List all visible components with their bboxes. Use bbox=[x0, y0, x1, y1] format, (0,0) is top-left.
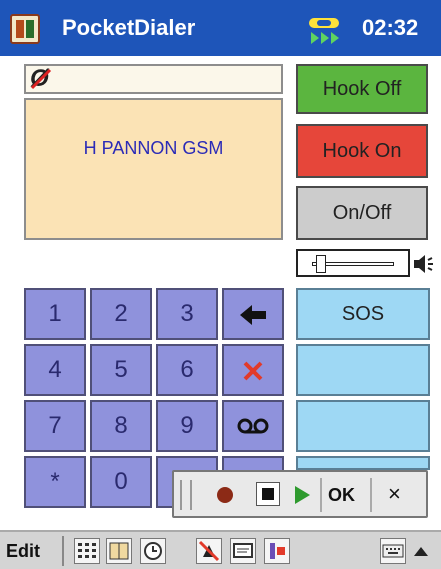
back-arrow-icon bbox=[240, 305, 266, 325]
volume-knob[interactable] bbox=[316, 255, 326, 273]
contacts-icon[interactable] bbox=[106, 538, 132, 564]
hook-on-button[interactable]: Hook On bbox=[296, 124, 428, 178]
key-6[interactable]: 6 bbox=[156, 344, 218, 396]
key-2[interactable]: 2 bbox=[90, 288, 152, 340]
key-0[interactable]: 0 bbox=[90, 456, 152, 508]
operator-name: H PANNON GSM bbox=[83, 138, 224, 158]
keyboard-icon[interactable] bbox=[380, 538, 406, 564]
operator-display: H PANNON GSM bbox=[24, 98, 283, 240]
toolbar-separator bbox=[320, 478, 322, 512]
edit-menu[interactable]: Edit bbox=[6, 538, 40, 564]
screen-icon[interactable] bbox=[230, 538, 256, 564]
speed-dial-2[interactable] bbox=[296, 400, 430, 452]
title-bar: PocketDialer 02:32 bbox=[0, 0, 441, 56]
key-8[interactable]: 8 bbox=[90, 400, 152, 452]
command-bar: Edit bbox=[0, 530, 441, 569]
key-4[interactable]: 4 bbox=[24, 344, 86, 396]
app-icon[interactable] bbox=[10, 14, 40, 44]
number-field[interactable]: Ø bbox=[24, 64, 283, 94]
keypad-icon[interactable] bbox=[74, 538, 100, 564]
clear-x-icon bbox=[243, 361, 263, 381]
backspace-button[interactable] bbox=[222, 288, 284, 340]
no-number-icon bbox=[30, 68, 52, 90]
record-icon[interactable] bbox=[214, 484, 236, 506]
key-7[interactable]: 7 bbox=[24, 400, 86, 452]
toolbar-grip[interactable] bbox=[180, 480, 192, 510]
key-5[interactable]: 5 bbox=[90, 344, 152, 396]
stop-button[interactable] bbox=[256, 482, 280, 506]
play-icon[interactable] bbox=[292, 484, 312, 506]
sos-button[interactable]: SOS bbox=[296, 288, 430, 340]
ok-button[interactable]: OK bbox=[328, 482, 355, 508]
connectivity-icon[interactable] bbox=[307, 14, 343, 46]
toolbar-separator bbox=[370, 478, 372, 512]
clock[interactable]: 02:32 bbox=[362, 14, 418, 42]
history-icon[interactable] bbox=[140, 538, 166, 564]
command-bar-separator bbox=[62, 536, 64, 566]
voicemail-icon bbox=[237, 418, 269, 434]
settings-icon[interactable] bbox=[264, 538, 290, 564]
key-9[interactable]: 9 bbox=[156, 400, 218, 452]
on-off-button[interactable]: On/Off bbox=[296, 186, 428, 240]
volume-slider[interactable] bbox=[296, 249, 410, 277]
key-1[interactable]: 1 bbox=[24, 288, 86, 340]
speed-dial-3[interactable] bbox=[296, 456, 430, 470]
close-button[interactable]: × bbox=[388, 480, 401, 508]
key-star[interactable]: * bbox=[24, 456, 86, 508]
voicemail-button[interactable] bbox=[222, 400, 284, 452]
stop-icon bbox=[262, 488, 274, 500]
speed-dial-1[interactable] bbox=[296, 344, 430, 396]
input-menu-arrow-icon[interactable] bbox=[412, 544, 430, 558]
speaker-icon[interactable] bbox=[412, 252, 434, 276]
hook-off-button[interactable]: Hook Off bbox=[296, 64, 428, 114]
app-title: PocketDialer bbox=[62, 15, 196, 40]
key-3[interactable]: 3 bbox=[156, 288, 218, 340]
recorder-toolbar: OK × bbox=[172, 470, 428, 518]
clear-button[interactable] bbox=[222, 344, 284, 396]
mute-icon[interactable] bbox=[196, 538, 222, 564]
